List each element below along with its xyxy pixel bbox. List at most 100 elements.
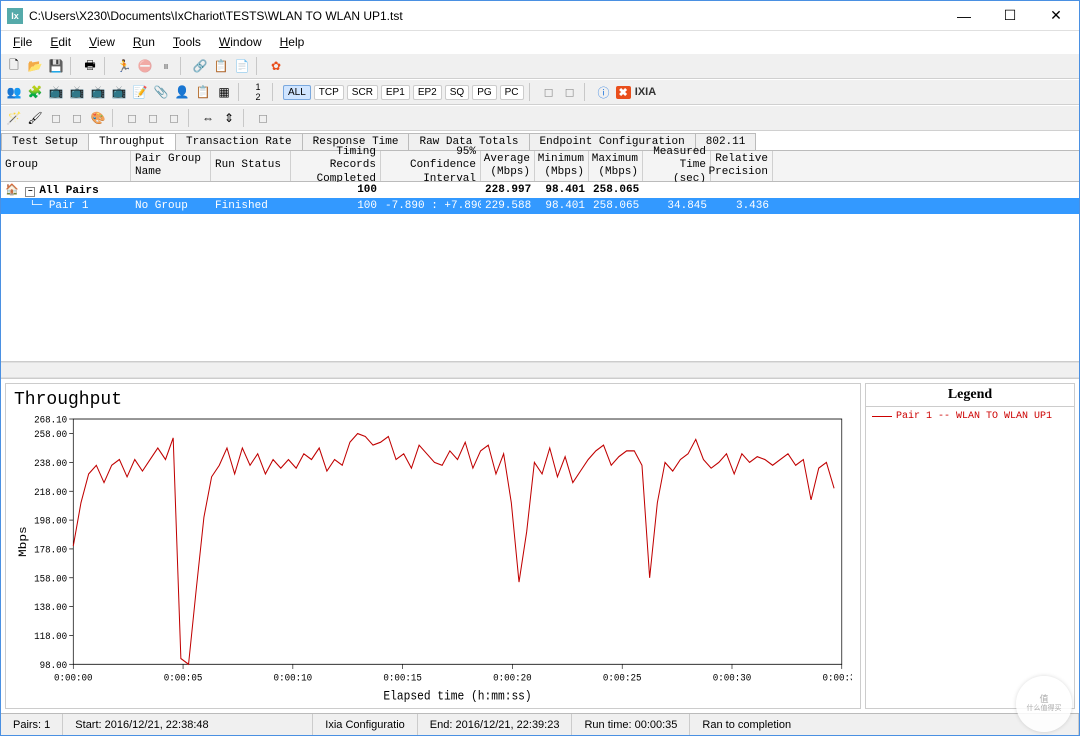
zoomreset-icon[interactable]: ⇕ xyxy=(220,109,238,127)
toolbar-2: 👥 🧩 📺 📺 📺 📺 📝 📎 👤 📋 ▦ 12 ALL TCP SCR EP1… xyxy=(1,79,1079,105)
sort-icon[interactable]: 12 xyxy=(249,83,267,101)
chart-title: Throughput xyxy=(14,390,852,410)
info-icon[interactable]: ⓘ xyxy=(595,83,613,101)
legend-item[interactable]: Pair 1 -- WLAN TO WLAN UP1 xyxy=(866,407,1074,426)
menu-run[interactable]: Run xyxy=(125,33,163,51)
zoomfit-icon[interactable]: ⇔ xyxy=(199,109,217,127)
col-ci[interactable]: 95% ConfidenceInterval xyxy=(381,151,481,181)
filter-ep1[interactable]: EP1 xyxy=(381,85,410,100)
col-group[interactable]: Group xyxy=(1,151,131,181)
filter-pc[interactable]: PC xyxy=(500,85,524,100)
svg-text:238.00: 238.00 xyxy=(34,457,67,469)
svg-text:138.00: 138.00 xyxy=(34,602,67,614)
clip2-icon[interactable]: 📋 xyxy=(194,83,212,101)
puzzle-icon[interactable]: ✿ xyxy=(267,57,285,75)
palette-icon[interactable]: 🎨 xyxy=(89,109,107,127)
col-prec[interactable]: RelativePrecision xyxy=(711,151,773,181)
t3e-icon: ◻ xyxy=(165,109,183,127)
menu-edit[interactable]: Edit xyxy=(42,33,79,51)
menu-file[interactable]: File xyxy=(5,33,40,51)
brush-icon[interactable]: 🖌 xyxy=(26,109,44,127)
summary-row[interactable]: 🏠 −All Pairs 100 228.997 98.401 258.065 xyxy=(1,182,1079,198)
chart-box: Throughput 98.00118.00138.00158.00178.00… xyxy=(5,383,861,709)
doc-icon[interactable]: 📝 xyxy=(131,83,149,101)
svg-text:0:00:30: 0:00:30 xyxy=(713,672,752,684)
col-avg[interactable]: Average(Mbps) xyxy=(481,151,535,181)
col-time[interactable]: MeasuredTime (sec) xyxy=(643,151,711,181)
menu-window[interactable]: Window xyxy=(211,33,270,51)
tab-test-setup[interactable]: Test Setup xyxy=(1,133,89,150)
filter-sq[interactable]: SQ xyxy=(445,85,469,100)
table-row[interactable]: └─ Pair 1 No Group Finished 100 -7.890 :… xyxy=(1,198,1079,214)
pause-icon: ⏸ xyxy=(157,57,175,75)
svg-text:98.00: 98.00 xyxy=(40,659,68,671)
copy-icon[interactable]: 📋 xyxy=(212,57,230,75)
status-end: End: 2016/12/21, 22:39:23 xyxy=(418,714,573,735)
t3a-icon: ◻ xyxy=(47,109,65,127)
svg-text:268.10: 268.10 xyxy=(34,414,67,426)
pair-icon[interactable]: 👥 xyxy=(5,83,23,101)
open-icon[interactable]: 📂 xyxy=(26,57,44,75)
print-icon[interactable]: 🖶 xyxy=(81,57,99,75)
t3b-icon: ◻ xyxy=(68,109,86,127)
status-runtime: Run time: 00:00:35 xyxy=(572,714,690,735)
new-icon[interactable]: 🗋 xyxy=(5,57,23,75)
tab-throughput[interactable]: Throughput xyxy=(88,133,176,150)
app-window: Ix C:\Users\X230\Documents\IxChariot\TES… xyxy=(0,0,1080,736)
svg-text:198.00: 198.00 xyxy=(34,515,67,527)
svg-text:0:00:15: 0:00:15 xyxy=(383,672,422,684)
col-pairgroup[interactable]: Pair GroupName xyxy=(131,151,211,181)
stop-icon: ⛔ xyxy=(136,57,154,75)
svg-text:158.00: 158.00 xyxy=(34,573,67,585)
grid-hscroll[interactable] xyxy=(1,362,1079,378)
group-icon[interactable]: 🧩 xyxy=(26,83,44,101)
paste-icon[interactable]: 📄 xyxy=(233,57,251,75)
tv3-icon[interactable]: 📺 xyxy=(89,83,107,101)
close-button[interactable]: ✕ xyxy=(1033,1,1079,31)
save-icon[interactable]: 💾 xyxy=(47,57,65,75)
tab-transaction-rate[interactable]: Transaction Rate xyxy=(175,133,303,150)
filter-ep2[interactable]: EP2 xyxy=(413,85,442,100)
menu-help[interactable]: Help xyxy=(272,33,313,51)
table-header: Group Pair GroupName Run Status Timing R… xyxy=(1,151,1079,182)
filter-scr[interactable]: SCR xyxy=(347,85,378,100)
link-icon[interactable]: 🔗 xyxy=(191,57,209,75)
col-records[interactable]: Timing RecordsCompleted xyxy=(291,151,381,181)
tab-row: Test Setup Throughput Transaction Rate R… xyxy=(1,131,1079,151)
svg-text:118.00: 118.00 xyxy=(34,630,67,642)
tv1-icon[interactable]: 📺 xyxy=(47,83,65,101)
data-grid[interactable]: 🏠 −All Pairs 100 228.997 98.401 258.065 … xyxy=(1,182,1079,362)
collapse-icon[interactable]: − xyxy=(25,187,35,197)
users-icon[interactable]: 👤 xyxy=(173,83,191,101)
filter-all[interactable]: ALL xyxy=(283,85,311,100)
col-max[interactable]: Maximum(Mbps) xyxy=(589,151,643,181)
svg-text:0:00:25: 0:00:25 xyxy=(603,672,642,684)
minimize-button[interactable]: — xyxy=(941,1,987,31)
toolbar-1: 🗋 📂 💾 🖶 🏃 ⛔ ⏸ 🔗 📋 📄 ✿ xyxy=(1,53,1079,79)
filter-tcp[interactable]: TCP xyxy=(314,85,344,100)
ixia-logo: ✖IXIA xyxy=(616,86,657,99)
wand-icon[interactable]: 🪄 xyxy=(5,109,23,127)
menubar: File Edit View Run Tools Window Help xyxy=(1,31,1079,53)
legend-swatch xyxy=(872,416,892,417)
chart-plot[interactable]: 98.00118.00138.00158.00178.00198.00218.0… xyxy=(14,412,852,704)
svg-text:0:00:35: 0:00:35 xyxy=(822,672,852,684)
svg-text:218.00: 218.00 xyxy=(34,486,67,498)
svg-text:0:00:10: 0:00:10 xyxy=(274,672,313,684)
maximize-button[interactable]: ☐ xyxy=(987,1,1033,31)
svg-text:0:00:05: 0:00:05 xyxy=(164,672,203,684)
menu-view[interactable]: View xyxy=(81,33,123,51)
clip-icon[interactable]: 📎 xyxy=(152,83,170,101)
col-runstatus[interactable]: Run Status xyxy=(211,151,291,181)
tool-a-icon: ◻ xyxy=(540,83,558,101)
svg-text:Elapsed time (h:mm:ss): Elapsed time (h:mm:ss) xyxy=(383,689,531,704)
col-min[interactable]: Minimum(Mbps) xyxy=(535,151,589,181)
menu-tools[interactable]: Tools xyxy=(165,33,209,51)
grid-icon[interactable]: ▦ xyxy=(215,83,233,101)
tv4-icon[interactable]: 📺 xyxy=(110,83,128,101)
run-icon[interactable]: 🏃 xyxy=(115,57,133,75)
t3c-icon: ◻ xyxy=(123,109,141,127)
filter-pg[interactable]: PG xyxy=(472,85,496,100)
tv2-icon[interactable]: 📺 xyxy=(68,83,86,101)
toolbar-3: 🪄 🖌 ◻ ◻ 🎨 ◻ ◻ ◻ ⇔ ⇕ ◻ xyxy=(1,105,1079,131)
